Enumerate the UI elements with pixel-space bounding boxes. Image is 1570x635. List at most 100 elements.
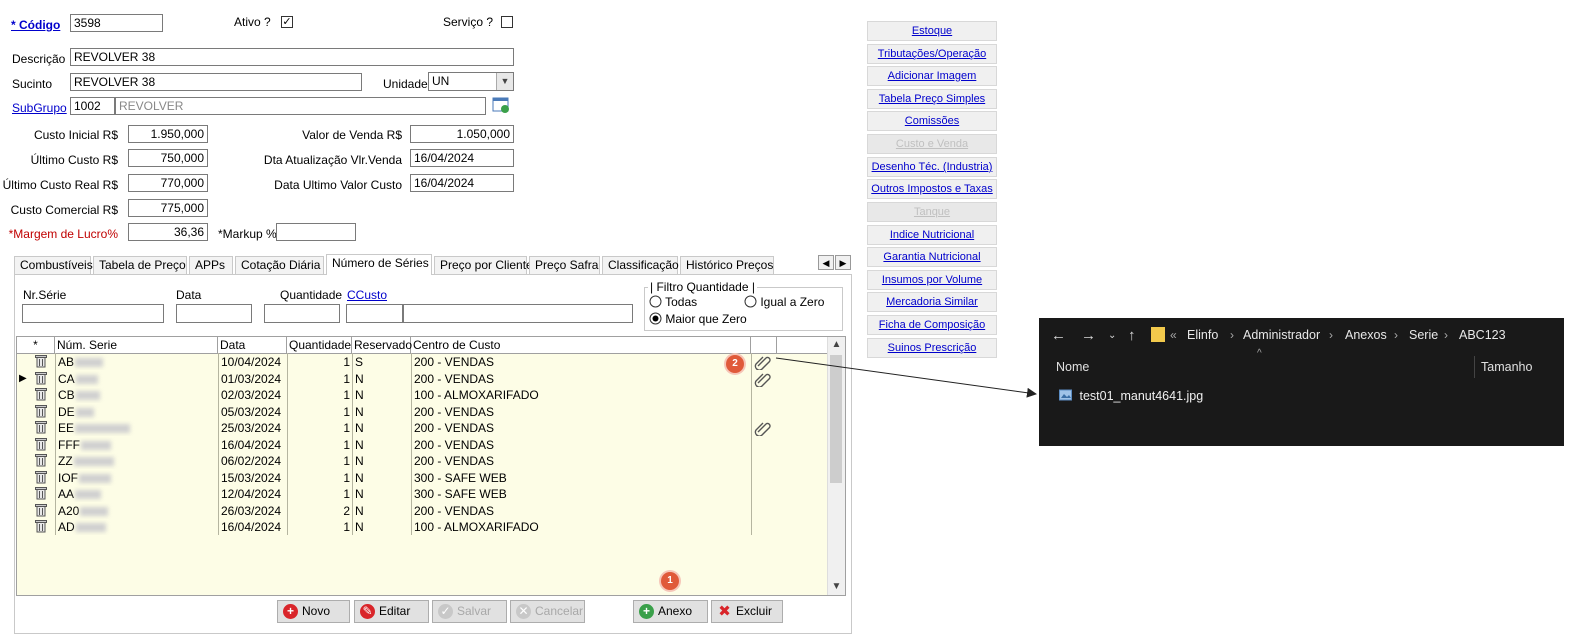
col-tamanho[interactable]: Tamanho — [1481, 360, 1532, 374]
tab-numero-de-series[interactable]: Número de Séries — [326, 254, 432, 275]
ultimo-custo-input[interactable]: 750,000 — [128, 149, 208, 167]
side-button-1[interactable]: Tributações/Operação — [867, 44, 997, 64]
unidade-select[interactable]: UN ▼ — [428, 72, 514, 91]
custo-comercial-input[interactable]: 775,000 — [128, 199, 208, 217]
custo-inicial-input[interactable]: 1.950,000 — [128, 125, 208, 143]
tab-classificacao[interactable]: Classificação — [602, 256, 679, 274]
data-ultimo-custo-input[interactable]: 16/04/2024 — [410, 174, 514, 192]
table-row[interactable]: A20 26/03/2024 2 N 200 - VENDAS — [17, 503, 829, 520]
quantidade-filter-input[interactable] — [264, 304, 340, 323]
table-row[interactable]: ▶ CA 01/03/2024 1 N 200 - VENDAS — [17, 371, 829, 388]
table-row[interactable]: IOF 15/03/2024 1 N 300 - SAFE WEB — [17, 470, 829, 487]
side-button-14[interactable]: Suinos Prescrição — [867, 338, 997, 358]
cancelar-button[interactable]: ✕ Cancelar — [510, 600, 585, 623]
table-row[interactable]: CB 02/03/2024 1 N 100 - ALMOXARIFADO — [17, 387, 829, 404]
grid-vertical-scrollbar[interactable]: ▲ ▼ — [827, 337, 845, 595]
chevron-down-icon[interactable]: ▼ — [496, 73, 513, 90]
crumb-serie[interactable]: Serie — [1409, 328, 1438, 342]
codigo-label[interactable]: * Código — [11, 18, 60, 32]
side-button-9[interactable]: Indice Nutricional — [867, 225, 997, 245]
dta-atualizacao-input[interactable]: 16/04/2024 — [410, 149, 514, 167]
col-nome[interactable]: Nome — [1056, 360, 1089, 374]
trash-icon[interactable] — [35, 437, 47, 451]
table-row[interactable]: FFF 16/04/2024 1 N 200 - VENDAS — [17, 437, 829, 454]
scroll-up-icon[interactable]: ▲ — [828, 337, 845, 353]
crumb-anexos[interactable]: Anexos — [1345, 328, 1387, 342]
file-row[interactable]: test01_manut4641.jpg — [1059, 389, 1203, 403]
side-button-0[interactable]: Estoque — [867, 21, 997, 41]
side-button-13[interactable]: Ficha de Composição — [867, 315, 997, 335]
radio-igual-zero[interactable]: Igual a Zero — [744, 295, 824, 309]
trash-icon[interactable] — [35, 420, 47, 434]
side-button-8[interactable]: Tanque — [867, 202, 997, 222]
table-row[interactable]: AB 10/04/2024 1 S 200 - VENDAS — [17, 354, 829, 371]
sucinto-input[interactable]: REVOLVER 38 — [70, 73, 362, 91]
ccusto-code-input[interactable] — [346, 304, 403, 323]
radio-todas[interactable]: Todas — [649, 295, 697, 309]
attachment-clip-icon[interactable] — [753, 371, 773, 387]
table-row[interactable]: AA 12/04/2024 1 N 300 - SAFE WEB — [17, 486, 829, 503]
tab-scroll-right-icon[interactable]: ▶ — [835, 255, 851, 270]
trash-icon[interactable] — [35, 503, 47, 517]
scroll-thumb[interactable] — [830, 355, 842, 483]
ativo-checkbox[interactable]: ✓ — [281, 16, 293, 28]
editar-button[interactable]: ✎ Editar — [354, 600, 429, 623]
codigo-input[interactable]: 3598 — [70, 14, 163, 32]
col-header-reservado[interactable]: Reservado — [352, 337, 412, 353]
trash-icon[interactable] — [35, 354, 47, 368]
tab-scroll-left-icon[interactable]: ◀ — [818, 255, 834, 270]
excluir-button[interactable]: ✖ Excluir — [711, 600, 783, 623]
lookup-icon[interactable] — [491, 96, 511, 115]
markup-input[interactable] — [276, 223, 356, 241]
descricao-input[interactable]: REVOLVER 38 — [70, 48, 514, 66]
series-grid[interactable]: * Núm. Serie Data Quantidade Reservado C… — [16, 336, 846, 596]
tab-preco-por-cliente[interactable]: Preço por Cliente — [434, 256, 533, 274]
servico-checkbox[interactable] — [501, 16, 513, 28]
attachment-clip-icon[interactable] — [753, 420, 773, 436]
tab-preco-safra[interactable]: Preço Safra — [529, 256, 600, 274]
overflow-chevrons-icon[interactable]: « — [1170, 328, 1177, 342]
side-button-10[interactable]: Garantia Nutricional — [867, 247, 997, 267]
side-button-11[interactable]: Insumos por Volume — [867, 270, 997, 290]
side-button-6[interactable]: Desenho Téc. (Industria) — [867, 157, 997, 177]
trash-icon[interactable] — [35, 519, 47, 533]
side-button-7[interactable]: Outros Impostos e Taxas — [867, 179, 997, 199]
crumb-administrador[interactable]: Administrador — [1243, 328, 1320, 342]
subgrupo-label[interactable]: SubGrupo — [12, 101, 67, 115]
up-arrow-icon[interactable]: ↑ — [1128, 327, 1136, 344]
col-header-data[interactable]: Data — [218, 337, 287, 353]
nr-serie-input[interactable] — [22, 304, 164, 323]
trash-icon[interactable] — [35, 486, 47, 500]
trash-icon[interactable] — [35, 387, 47, 401]
trash-icon[interactable] — [35, 371, 47, 385]
col-header-centro-custo[interactable]: Centro de Custo — [411, 337, 751, 353]
attachment-clip-icon[interactable] — [753, 354, 773, 370]
back-arrow-icon[interactable]: ← — [1051, 327, 1066, 344]
ccusto-label[interactable]: CCusto — [347, 288, 387, 302]
salvar-button[interactable]: ✓ Salvar — [432, 600, 507, 623]
side-button-4[interactable]: Comissões — [867, 111, 997, 131]
crumb-abc123[interactable]: ABC123 — [1459, 328, 1506, 342]
subgrupo-code-input[interactable]: 1002 — [70, 97, 115, 115]
tab-apps[interactable]: APPs — [189, 256, 233, 274]
trash-icon[interactable] — [35, 470, 47, 484]
recent-chevron-icon[interactable]: ⌄ — [1108, 330, 1116, 341]
tab-combustiveis[interactable]: Combustíveis — [14, 256, 93, 274]
tab-historico-precos[interactable]: Histórico Preços — [680, 256, 774, 274]
ultimo-custo-real-input[interactable]: 770,000 — [128, 174, 208, 192]
table-row[interactable]: DE 05/03/2024 1 N 200 - VENDAS — [17, 404, 829, 421]
anexo-button[interactable]: + Anexo — [633, 600, 708, 623]
side-button-5[interactable]: Custo e Venda — [867, 134, 997, 154]
side-button-12[interactable]: Mercadoria Similar — [867, 292, 997, 312]
table-row[interactable]: EE 25/03/2024 1 N 200 - VENDAS — [17, 420, 829, 437]
tab-cotacao-diaria[interactable]: Cotação Diária — [235, 256, 324, 274]
data-filter-input[interactable] — [176, 304, 252, 323]
side-button-2[interactable]: Adicionar Imagem — [867, 66, 997, 86]
trash-icon[interactable] — [35, 404, 47, 418]
novo-button[interactable]: + Novo — [277, 600, 350, 623]
trash-icon[interactable] — [35, 453, 47, 467]
margem-input[interactable]: 36,36 — [128, 223, 208, 241]
col-header-num-serie[interactable]: Núm. Serie — [55, 337, 218, 353]
table-row[interactable]: AD 16/04/2024 1 N 100 - ALMOXARIFADO — [17, 519, 829, 536]
radio-maior-zero[interactable]: Maior que Zero — [649, 312, 747, 326]
